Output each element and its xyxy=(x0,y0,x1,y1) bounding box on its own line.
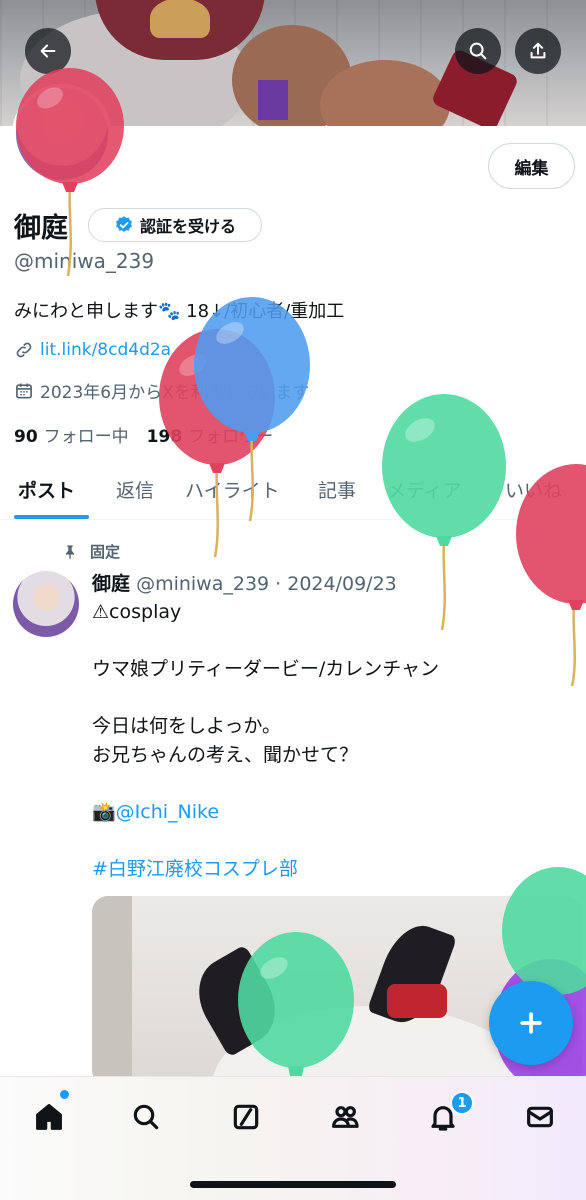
home-indicator-bar[interactable] xyxy=(190,1181,396,1188)
profile-handle: @miniwa_239 xyxy=(14,249,155,273)
search-icon xyxy=(469,42,487,60)
banner-figure-cloth xyxy=(258,80,288,120)
camera-emoji: 📸 xyxy=(92,801,116,823)
pinned-indicator: 固定 xyxy=(62,541,120,562)
pinned-label: 固定 xyxy=(90,543,121,561)
followers-count: 198 xyxy=(146,427,183,447)
profile-tabs: ポスト 返信 ハイライト 記事 メディア いいね xyxy=(0,462,586,520)
post-line-message: 今日は何をしよっか。 お兄ちゃんの考え、聞かせて？ xyxy=(92,712,439,770)
follow-stats: 90 フォロー中 198 フォロワー xyxy=(14,422,273,447)
notification-count-badge: 1 xyxy=(450,1091,474,1115)
home-unread-dot xyxy=(60,1090,69,1099)
post-image-background xyxy=(92,896,132,1086)
share-button[interactable] xyxy=(515,28,561,74)
active-tab-indicator xyxy=(14,515,89,519)
grok-icon xyxy=(233,1104,259,1130)
tab-articles[interactable]: 記事 xyxy=(318,476,356,503)
home-icon xyxy=(36,1104,62,1130)
profile-name: 御庭 xyxy=(14,213,68,244)
edit-profile-button[interactable]: 編集 xyxy=(488,143,575,189)
nav-search[interactable] xyxy=(126,1097,166,1137)
post-author-meta: @miniwa_239 · 2024/09/23 xyxy=(136,573,397,595)
tab-replies[interactable]: 返信 xyxy=(116,476,154,503)
communities-icon xyxy=(332,1106,359,1128)
nav-messages[interactable] xyxy=(520,1097,560,1137)
profile-link[interactable]: lit.link/8cd4d2a xyxy=(14,340,171,360)
verified-badge-icon xyxy=(116,216,132,232)
link-icon xyxy=(16,342,32,358)
nav-communities[interactable] xyxy=(325,1097,365,1137)
profile-bio: みにわと申します🐾 18↓/初心者/重加工 xyxy=(14,301,345,322)
calendar-icon xyxy=(16,383,32,398)
get-verified-button[interactable]: 認証を受ける xyxy=(88,208,262,242)
search-icon xyxy=(133,1104,159,1130)
post-image-bow xyxy=(387,984,447,1018)
post-header: 御庭 @miniwa_239 · 2024/09/23 xyxy=(92,569,397,596)
post-line-message-2: お兄ちゃんの考え、聞かせて？ xyxy=(92,744,359,766)
followers-link[interactable]: 198 フォロワー xyxy=(147,422,274,447)
following-label: フォロー中 xyxy=(43,427,129,447)
tab-posts[interactable]: ポスト xyxy=(18,476,75,503)
compose-post-button[interactable] xyxy=(489,981,573,1065)
profile-link-text[interactable]: lit.link/8cd4d2a xyxy=(40,340,171,360)
share-icon xyxy=(530,42,546,59)
post-line-message-1: 今日は何をしよっか。 xyxy=(92,715,282,737)
tab-likes[interactable]: いいね xyxy=(505,476,562,503)
post-line-content-warning: ⚠cosplay xyxy=(92,601,182,623)
tab-highlights[interactable]: ハイライト xyxy=(185,476,280,503)
post-line-character: ウマ娘プリティーダービー/カレンチャン xyxy=(92,658,440,680)
profile-avatar[interactable] xyxy=(12,84,112,184)
post-author-avatar[interactable] xyxy=(13,571,79,637)
profile-join-date: 2023年6月からXを利用しています xyxy=(14,378,309,403)
nav-home[interactable] xyxy=(29,1097,69,1137)
tab-media[interactable]: メディア xyxy=(387,476,462,503)
get-verified-label: 認証を受ける xyxy=(139,217,236,236)
pin-icon xyxy=(66,544,74,559)
plus-icon xyxy=(520,1012,542,1034)
post-line-photographer: 📸@Ichi_Nike xyxy=(92,798,439,827)
join-date-text: 2023年6月からXを利用しています xyxy=(40,383,310,403)
following-count: 90 xyxy=(14,427,38,447)
post-author-name[interactable]: 御庭 xyxy=(92,573,130,595)
back-button[interactable] xyxy=(25,28,71,74)
followers-label: フォロワー xyxy=(188,427,274,447)
post-hashtag[interactable]: #白野江廃校コスプレ部 xyxy=(92,855,439,884)
post-text[interactable]: ⚠cosplay ウマ娘プリティーダービー/カレンチャン 今日は何をしよっか。 … xyxy=(92,598,439,884)
following-link[interactable]: 90 フォロー中 xyxy=(14,422,129,447)
photographer-mention[interactable]: @Ichi_Nike xyxy=(116,801,219,823)
nav-grok[interactable] xyxy=(226,1097,266,1137)
search-button[interactable] xyxy=(455,28,501,74)
messages-icon xyxy=(527,1106,553,1128)
arrow-left-icon xyxy=(40,44,56,58)
